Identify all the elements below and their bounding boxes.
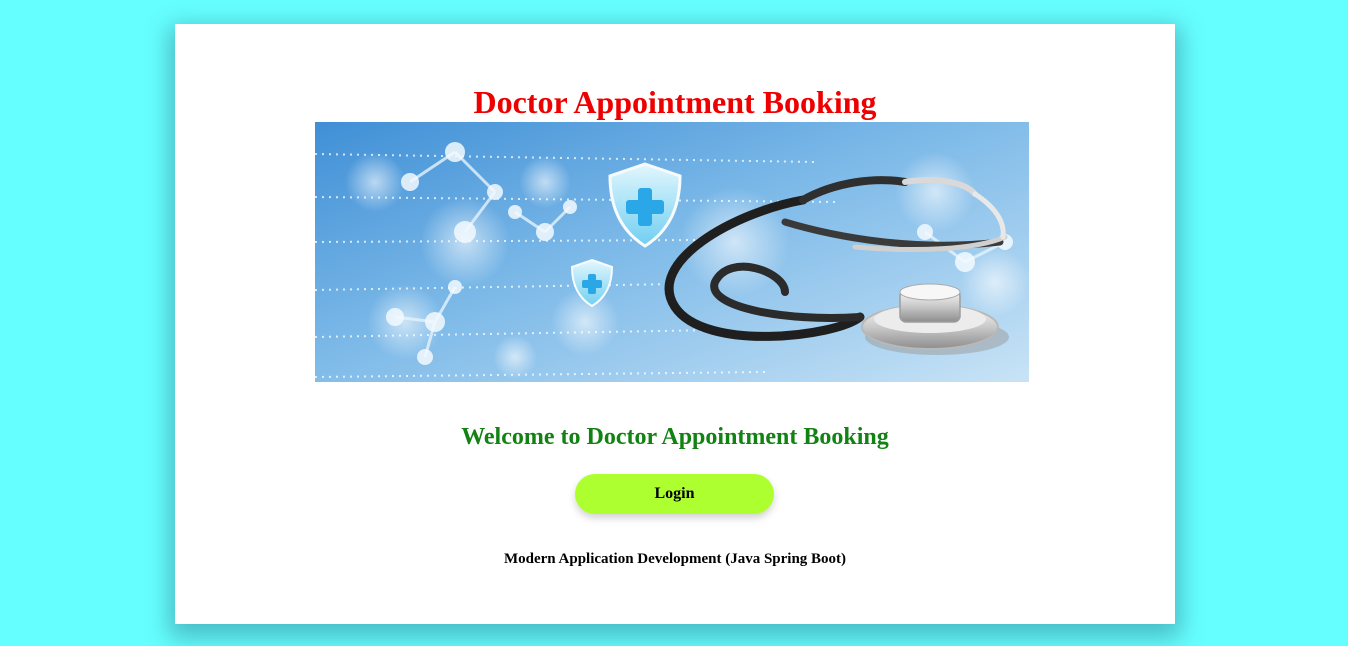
main-card: Doctor Appointment Booking Welcome to Do… [175, 24, 1175, 624]
welcome-heading: Welcome to Doctor Appointment Booking [461, 424, 889, 450]
page-title: Doctor Appointment Booking [473, 84, 877, 120]
course-caption: Modern Application Development (Java Spr… [503, 551, 847, 567]
banner-image [315, 122, 1029, 382]
login-button[interactable]: Login [575, 474, 774, 514]
